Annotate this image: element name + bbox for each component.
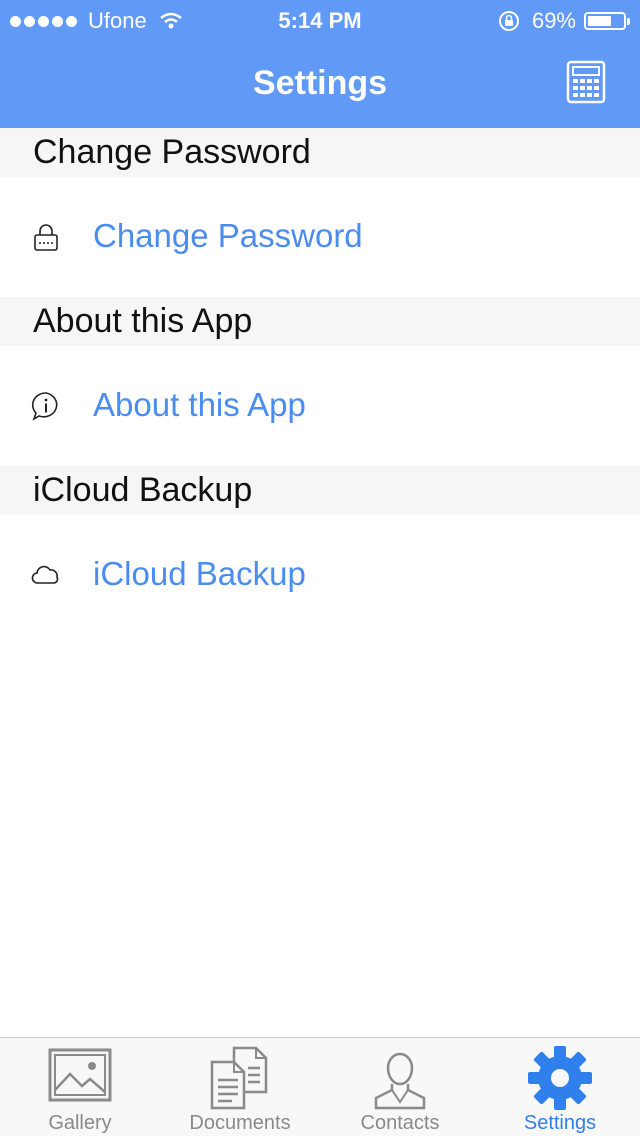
tab-label-documents: Documents	[189, 1112, 291, 1134]
info-icon	[31, 392, 58, 421]
row-about[interactable]: About this App	[0, 346, 640, 466]
row-change-password[interactable]: Change Password	[0, 177, 640, 297]
section-header-change-password: Change Password	[0, 128, 640, 177]
section-header-about: About this App	[0, 297, 640, 346]
cloud-icon	[31, 565, 59, 584]
tab-gallery[interactable]: Gallery	[0, 1038, 160, 1137]
page-title: Settings	[252, 64, 388, 102]
tab-documents[interactable]: Documents	[160, 1038, 320, 1137]
rotation-lock-icon	[498, 11, 519, 31]
row-label-change-password[interactable]: Change Password	[93, 217, 363, 255]
section-header-icloud: iCloud Backup	[0, 466, 640, 515]
battery-percentage: 69%	[531, 8, 576, 33]
status-bar: Ufone 5:14 PM 69%	[0, 0, 640, 40]
tab-label-settings: Settings	[523, 1112, 597, 1134]
calculator-icon[interactable]	[566, 60, 606, 104]
tab-bar: Gallery Documents Contacts Settings	[0, 1037, 640, 1136]
lock-icon	[34, 224, 58, 251]
status-right: 69%	[498, 8, 630, 34]
row-label-icloud-backup[interactable]: iCloud Backup	[93, 555, 306, 593]
contacts-icon	[374, 1052, 426, 1110]
gear-icon	[528, 1046, 592, 1110]
tab-contacts[interactable]: Contacts	[320, 1038, 480, 1137]
tab-label-gallery: Gallery	[48, 1112, 112, 1134]
navigation-bar: Settings	[0, 40, 640, 128]
battery-fill	[588, 16, 611, 26]
tab-settings[interactable]: Settings	[480, 1038, 640, 1137]
row-label-about[interactable]: About this App	[93, 386, 306, 424]
battery-icon	[584, 12, 630, 30]
documents-icon	[210, 1046, 268, 1110]
gallery-icon	[48, 1048, 112, 1102]
row-icloud-backup[interactable]: iCloud Backup	[0, 515, 640, 635]
tab-label-contacts: Contacts	[360, 1112, 440, 1134]
